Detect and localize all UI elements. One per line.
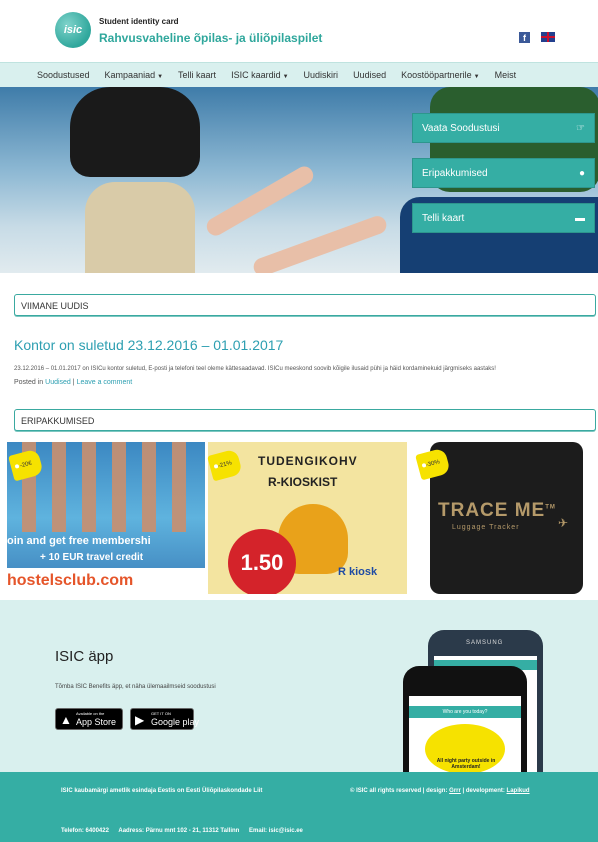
app-section: ISIC äpp Tõmba ISIC Benefits äpp, et näh… bbox=[0, 600, 598, 772]
special-offers-button[interactable]: Eripakkumised ● bbox=[412, 158, 595, 188]
offer-text: oin and get free membershi bbox=[7, 535, 151, 547]
nav-item-label: Telli kaart bbox=[178, 70, 217, 80]
uk-flag-icon[interactable] bbox=[541, 32, 555, 42]
cta-label: Eripakkumised bbox=[422, 167, 488, 179]
hand-pointer-icon: ☞ bbox=[576, 123, 585, 134]
meta-separator: | bbox=[72, 379, 75, 386]
hero-person-shirt bbox=[70, 87, 200, 177]
view-discounts-button[interactable]: Vaata Soodustusi ☞ bbox=[412, 113, 595, 143]
nav-item-label: Uudised bbox=[353, 70, 387, 80]
footer-contact: Telefon: 6400422 Aadress: Pärnu mnt 102 … bbox=[61, 828, 311, 834]
nav-item[interactable]: Soodustused bbox=[37, 70, 90, 80]
isic-logo[interactable]: isic bbox=[55, 12, 91, 48]
phone-header: Who are you today? bbox=[409, 706, 521, 718]
app-description: Tõmba ISIC Benefits äpp, et näha ülemaai… bbox=[55, 684, 216, 690]
development-label: development: bbox=[465, 788, 505, 794]
news-meta: Posted in Uudised | Leave a comment bbox=[14, 379, 132, 386]
airplane-icon: ✈ bbox=[558, 516, 569, 530]
site-header: isic Student identity card Rahvusvahelin… bbox=[0, 0, 598, 62]
design-link[interactable]: Grrr bbox=[449, 788, 461, 794]
facebook-icon[interactable]: f bbox=[519, 32, 530, 43]
app-store-button[interactable]: ▲ Available on the App Store bbox=[55, 708, 123, 730]
offer-brand: TRACE METM bbox=[438, 500, 556, 521]
nav-item-label: Uudiskiri bbox=[303, 70, 339, 80]
nav-item[interactable]: ISIC kaardid ▼ bbox=[231, 70, 288, 80]
special-offers-heading: ERIPAKKUMISED bbox=[14, 409, 596, 431]
store-small-text: GET IT ON bbox=[151, 711, 171, 716]
phone-promo-text: All night party outside in Amsterdam! bbox=[436, 758, 496, 770]
footer-address: Aadress: Pärnu mnt 102 - 21, 11312 Talli… bbox=[118, 828, 240, 834]
leave-comment-link[interactable]: Leave a comment bbox=[77, 379, 133, 386]
store-small-text: Available on the bbox=[76, 711, 105, 716]
nav-item-label: Meist bbox=[494, 70, 517, 80]
nav-item[interactable]: Meist bbox=[495, 70, 517, 80]
news-body: 23.12.2016 – 01.01.2017 on ISICu kontor … bbox=[14, 366, 496, 372]
chevron-down-icon: ▼ bbox=[157, 74, 164, 80]
latest-news-heading: VIIMANE UUDIS bbox=[14, 294, 596, 316]
chevron-down-icon: ▼ bbox=[473, 74, 480, 80]
chevron-down-icon: ▼ bbox=[282, 74, 289, 80]
pool-legs-image bbox=[22, 442, 192, 532]
store-big-text: App Store bbox=[76, 717, 117, 727]
footer-phone: Telefon: 6400422 bbox=[61, 828, 109, 834]
nav-item[interactable]: Telli kaart bbox=[178, 70, 216, 80]
nav-item-label: Koostööpartnerile bbox=[401, 70, 472, 80]
tagline: Student identity card bbox=[99, 17, 179, 26]
phone-mockup: Who are you today? All night party outsi… bbox=[403, 666, 527, 772]
posted-in-label: Posted in bbox=[14, 379, 44, 386]
offer-text: + 10 EUR travel credit bbox=[40, 552, 144, 563]
site-footer: ISIC kaubamärgi ametlik esindaja Eestis … bbox=[0, 772, 598, 842]
nav-item[interactable]: Uudiskiri bbox=[304, 70, 339, 80]
nav-item[interactable]: Kampaaniad ▼ bbox=[105, 70, 164, 80]
nav-item[interactable]: Uudised bbox=[353, 70, 386, 80]
hero-arm bbox=[251, 213, 389, 273]
offer-brand: hostelsclub.com bbox=[7, 572, 134, 589]
news-title[interactable]: Kontor on suletud 23.12.2016 – 01.01.201… bbox=[14, 337, 283, 353]
development-link[interactable]: Lapikud bbox=[507, 788, 530, 794]
phone-brand: SAMSUNG bbox=[466, 640, 504, 646]
offer-card-traceme[interactable]: TRACE METM Luggage Tracker ✈ bbox=[430, 442, 583, 594]
copyright-text: © ISIC all rights reserved bbox=[350, 788, 422, 794]
footer-representative: ISIC kaubamärgi ametlik esindaja Eestis … bbox=[61, 788, 263, 794]
news-category-link[interactable]: Uudised bbox=[45, 379, 71, 386]
store-big-text: Google play bbox=[151, 717, 200, 727]
nav-item-label: Kampaaniad bbox=[104, 70, 156, 80]
card-icon: ▬ bbox=[575, 213, 585, 224]
cta-label: Vaata Soodustusi bbox=[422, 122, 500, 134]
footer-email[interactable]: Email: isic@isic.ee bbox=[249, 828, 303, 834]
app-title: ISIC äpp bbox=[55, 648, 114, 665]
offer-heading: TUDENGIKOHV bbox=[258, 454, 358, 468]
offer-brand: R kiosk bbox=[338, 566, 378, 578]
apple-icon: ▲ bbox=[60, 713, 72, 727]
offer-heading: R-KIOSKIST bbox=[268, 475, 338, 489]
cta-label: Telli kaart bbox=[422, 212, 465, 224]
design-label: design: bbox=[426, 788, 448, 794]
hero-arm bbox=[203, 163, 317, 239]
globe-icon: ● bbox=[578, 168, 585, 179]
nav-item-label: Soodustused bbox=[37, 70, 90, 80]
footer-credits: © ISIC all rights reserved | design: Grr… bbox=[350, 788, 530, 794]
nav-item[interactable]: Koostööpartnerile ▼ bbox=[401, 70, 480, 80]
offer-subtitle: Luggage Tracker bbox=[452, 524, 520, 531]
main-nav: Soodustused Kampaaniad ▼ Telli kaart ISIC ka… bbox=[0, 62, 598, 87]
offer-price: 1.50 bbox=[228, 529, 296, 594]
order-card-button[interactable]: Telli kaart ▬ bbox=[412, 203, 595, 233]
google-play-icon: ▶ bbox=[135, 713, 145, 727]
site-title[interactable]: Rahvusvaheline õpilas- ja üliõpilaspilet bbox=[99, 31, 322, 45]
hero-person-pants bbox=[85, 182, 195, 273]
google-play-button[interactable]: ▶ GET IT ON Google play bbox=[130, 708, 199, 730]
nav-item-label: ISIC kaardid bbox=[231, 70, 281, 80]
